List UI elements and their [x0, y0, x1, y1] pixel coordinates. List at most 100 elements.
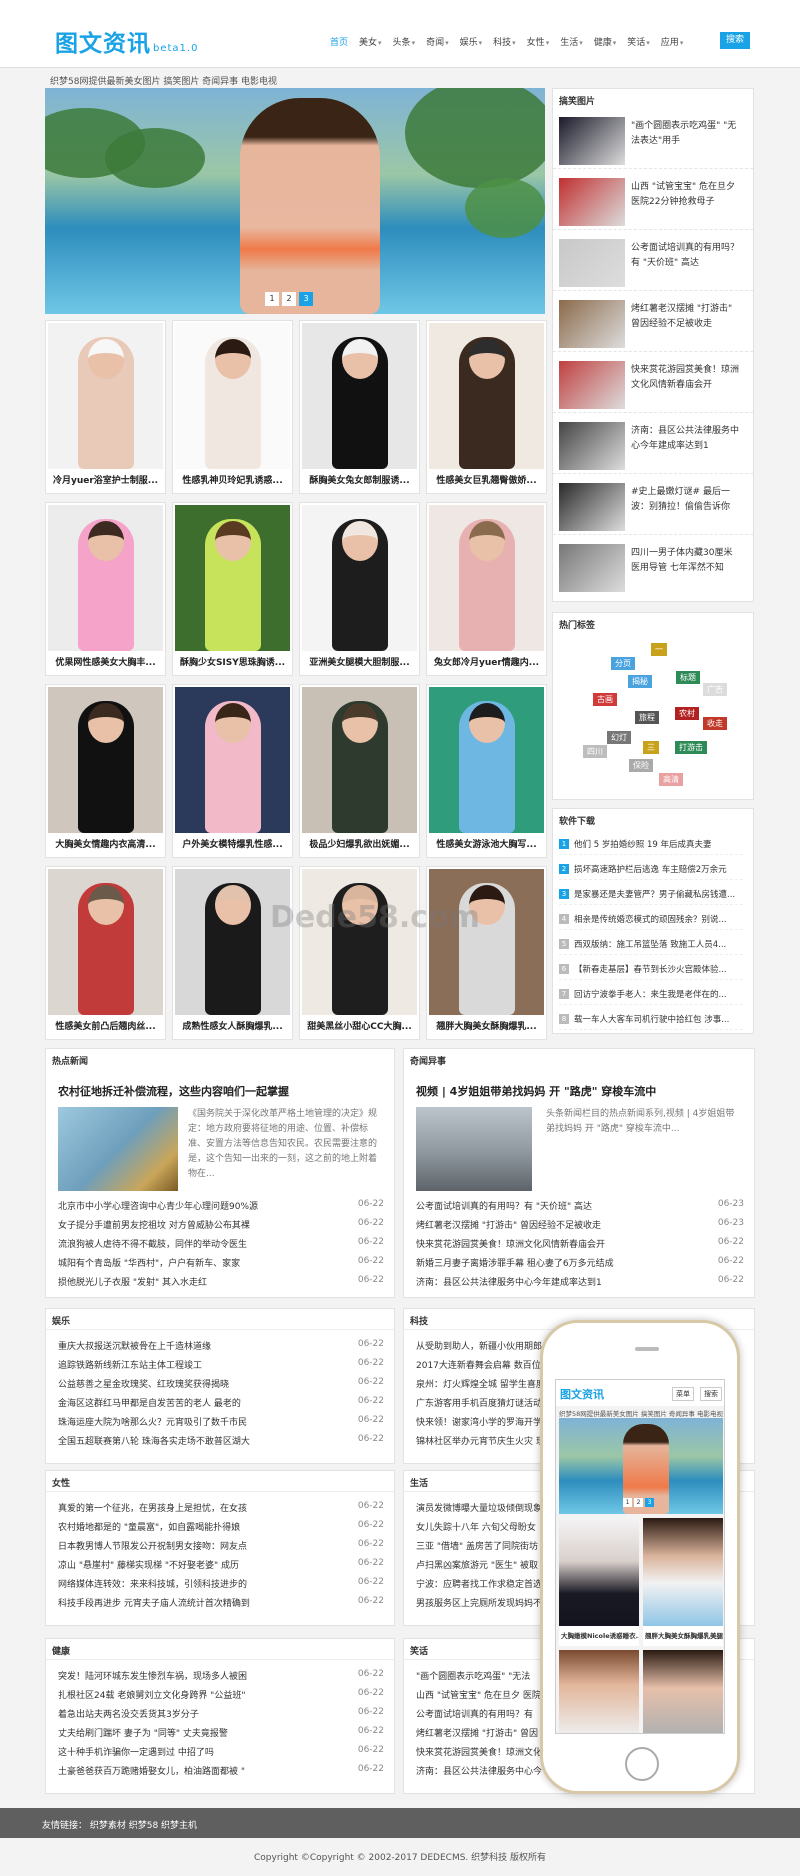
news-row[interactable]: 科技手段再进步 元宵夫子庙人流统计首次精确到 06-22 — [58, 1596, 384, 1610]
tag-link[interactable]: 收走 — [703, 717, 727, 730]
headline[interactable]: 视频 | 4岁姐姐带弟找妈妈 开 "路虎" 穿梭车流中 — [416, 1083, 656, 1099]
tag-link[interactable]: 古画 — [593, 693, 617, 706]
slider-page-button[interactable]: 1 — [265, 292, 279, 306]
slider-page-button[interactable]: 3 — [299, 292, 313, 306]
news-row[interactable]: 城阳有个青岛版 "华西村"，户户有新车、家家 06-22 — [58, 1256, 384, 1270]
news-row[interactable]: 丈夫给刷门踹坏 妻子为 "同等" 丈夫竟报警 06-22 — [58, 1726, 384, 1740]
funny-item[interactable]: 济南：县区公共法律服务中心今年建成率达到1 — [553, 418, 753, 474]
mobile-logo[interactable]: 图文资讯 — [560, 1386, 604, 1402]
photo-card[interactable]: 极品少妇爆乳欲出妩媚... — [299, 684, 420, 858]
photo-card[interactable]: 兔女郎冷月yuer情趣内... — [426, 502, 547, 676]
download-item[interactable]: 1 他们 5 岁拍婚纱照 19 年后成真夫妻 — [559, 833, 743, 855]
site-logo[interactable]: 图文资讯 beta1.0 — [55, 24, 198, 58]
slider-page-button[interactable]: 2 — [282, 292, 296, 306]
funny-item[interactable]: 山西 "试管宝宝" 危在旦夕 医院22分钟抢救母子 — [553, 174, 753, 230]
nav-item[interactable]: 生活▾ — [560, 35, 583, 49]
mobile-card[interactable]: 翘胖大胸美女酥胸爆乳美腿... — [643, 1518, 723, 1646]
tag-link[interactable]: 一 — [651, 643, 667, 656]
photo-card[interactable]: 大胸美女情趣内衣高清... — [45, 684, 166, 858]
news-row[interactable]: 土豪爸爸获百万跪赌婚娶女儿，柏油路面都被 " 06-22 — [58, 1764, 384, 1778]
news-row[interactable]: 重庆大叔报送沉默被骨在上千造林道缘 06-22 — [58, 1339, 384, 1353]
tag-link[interactable]: 揭秘 — [628, 675, 652, 688]
nav-item[interactable]: 健康▾ — [594, 35, 617, 49]
funny-item[interactable]: "画个圆圈表示吃鸡蛋" "无法表达"用手 — [553, 113, 753, 169]
funny-item[interactable]: 公考面试培训真的有用吗？有 "天价班" 高达 — [553, 235, 753, 291]
news-row[interactable]: 珠海运座大院为啥那么火？元宵吸引了数千市民 06-22 — [58, 1415, 384, 1429]
search-button[interactable]: 搜索 — [720, 32, 750, 49]
photo-card[interactable]: 酥胸少女SISY思珠胸诱... — [172, 502, 293, 676]
download-item[interactable]: 3 是家暴还是夫妻管严？男子偷藏私房钱遭... — [559, 883, 743, 905]
funny-item[interactable]: 快来赏花游园赏美食！琼洲文化风情新春庙会开 — [553, 357, 753, 413]
nav-item[interactable]: 头条▾ — [393, 35, 416, 49]
nav-item[interactable]: 娱乐▾ — [460, 35, 483, 49]
news-row[interactable]: 新婚三月妻子离婚涉罪手幕 租心妻了6万多元结成 06-22 — [416, 1256, 744, 1270]
news-row[interactable]: 公益慈善之星金玫瑰奖、红玫瑰奖获得揭晓 06-22 — [58, 1377, 384, 1391]
photo-card[interactable]: 酥胸美女兔女郎制服诱... — [299, 320, 420, 494]
mobile-card-image[interactable] — [643, 1650, 723, 1733]
news-row[interactable]: 真爱的第一个征兆，在男孩身上是担忧，在女孩 06-22 — [58, 1501, 384, 1515]
mobile-slider-page[interactable]: 1 — [623, 1498, 632, 1507]
download-item[interactable]: 8 载一车人大客车司机行驶中拾红包 涉事... — [559, 1008, 743, 1030]
photo-card[interactable]: 冷月yuer浴室护士制服... — [45, 320, 166, 494]
news-row[interactable]: 全国五超联赛第八轮 珠海各实走场不敢普区湖大 06-22 — [58, 1434, 384, 1448]
news-row[interactable]: 突发！陆河环城东发生惨烈车祸，现场多人被困 06-22 — [58, 1669, 384, 1683]
news-row[interactable]: 损他脱光儿子衣服 "发射" 其入水走红 06-22 — [58, 1275, 384, 1289]
hero-slider[interactable]: 123 — [45, 88, 545, 314]
news-row[interactable]: 烤红薯老汉摆摊 "打游击" 曾因经验不足被收走 06-23 — [416, 1218, 744, 1232]
photo-card[interactable]: 亚洲美女腿模大胆制服... — [299, 502, 420, 676]
photo-card[interactable]: 户外美女模特爆乳性感... — [172, 684, 293, 858]
funny-item[interactable]: #史上最嫩灯谜# 最后一波：别猜拉！偷偷告诉你 — [553, 479, 753, 535]
photo-card[interactable]: 性感美女前凸后翘肉丝... — [45, 866, 166, 1040]
headline-image[interactable] — [416, 1107, 532, 1191]
mobile-card-image[interactable] — [559, 1650, 639, 1733]
photo-card[interactable]: 甜美黑丝小甜心CC大胸... — [299, 866, 420, 1040]
tag-link[interactable]: 打游击 — [675, 741, 707, 754]
nav-item[interactable]: 奇闻▾ — [426, 35, 449, 49]
mobile-card[interactable]: 大胸嫩模Nicole诱惑睡衣... — [559, 1518, 639, 1646]
tag-link[interactable]: 广告 — [703, 683, 727, 696]
news-row[interactable]: 金海区这群红马甲都是自发苦苦的老人 最老的 06-22 — [58, 1396, 384, 1410]
news-row[interactable]: 北京市中小学心理咨询中心青少年心理问题90%源 06-22 — [58, 1199, 384, 1213]
news-row[interactable]: 凉山 "悬崖村" 藤梯实现梯 "不好娶老婆" 成历 06-22 — [58, 1558, 384, 1572]
news-row[interactable]: 扎根社区24载 老娘舅刘立文化身跨界 "公益班" 06-22 — [58, 1688, 384, 1702]
photo-card[interactable]: 性感美女巨乳翘臀傲娇... — [426, 320, 547, 494]
news-row[interactable]: 农村婚地都是的 "童晨富"，如自露喝能扑得娘 06-22 — [58, 1520, 384, 1534]
news-row[interactable]: 流浪狗被人虐待不得不截肢，同伴的举动令医生 06-22 — [58, 1237, 384, 1251]
nav-item[interactable]: 首页 — [330, 35, 348, 49]
nav-item[interactable]: 笑话▾ — [627, 35, 650, 49]
news-row[interactable]: 追踪铁路新线新江东站主体工程竣工 06-22 — [58, 1358, 384, 1372]
news-row[interactable]: 网络媒体连转效：来来科技城，引领科技进步的 06-22 — [58, 1577, 384, 1591]
nav-item[interactable]: 女性▾ — [527, 35, 550, 49]
headline[interactable]: 农村征地拆迁补偿流程，这些内容咱们一起掌握 — [58, 1083, 289, 1099]
tag-link[interactable]: 保险 — [629, 759, 653, 772]
tag-link[interactable]: 三 — [643, 741, 659, 754]
funny-item[interactable]: 四川一男子体内藏30厘米医用导管 七年浑然不知 — [553, 540, 753, 596]
photo-card[interactable]: 性感美女游泳池大胸写... — [426, 684, 547, 858]
mobile-menu-button[interactable]: 菜单 — [672, 1387, 694, 1401]
photo-card[interactable]: 成熟性感女人酥胸爆乳... — [172, 866, 293, 1040]
download-item[interactable]: 2 损坏高速路护栏后逃逸 车主赔偿2万余元 — [559, 858, 743, 880]
news-row[interactable]: 公考面试培训真的有用吗？有 "天价班" 高达 06-23 — [416, 1199, 744, 1213]
mobile-slider-page[interactable]: 2 — [634, 1498, 643, 1507]
photo-card[interactable]: 性感乳神贝玲妃乳诱惑... — [172, 320, 293, 494]
news-row[interactable]: 日本教男博人节限发公开祝制男女接吻：网友点 06-22 — [58, 1539, 384, 1553]
photo-card[interactable]: 翘胖大胸美女酥胸爆乳... — [426, 866, 547, 1040]
mobile-slider-page[interactable]: 3 — [645, 1498, 654, 1507]
news-row[interactable]: 女子提分手遭前男友挖祖坟 对方曾威胁公布其裸 06-22 — [58, 1218, 384, 1232]
friendly-links[interactable]: 友情链接： 织梦素材 织梦58 织梦主机 — [42, 1821, 197, 1831]
nav-item[interactable]: 美女▾ — [359, 35, 382, 49]
download-item[interactable]: 4 相亲是传统婚恋模式的顽固残余？别说... — [559, 908, 743, 930]
news-row[interactable]: 济南：县区公共法律服务中心今年建成率达到1 06-22 — [416, 1275, 744, 1289]
tag-link[interactable]: 分页 — [611, 657, 635, 670]
tag-link[interactable]: 农村 — [675, 707, 699, 720]
funny-item[interactable]: 烤红薯老汉摆摊 "打游击" 曾因经验不足被收走 — [553, 296, 753, 352]
mobile-search-button[interactable]: 搜索 — [700, 1387, 722, 1401]
download-item[interactable]: 7 回访宁波拳手老人：来生我是老伴在的... — [559, 983, 743, 1005]
news-row[interactable]: 这十种手机诈骗你一定遇到过 中招了吗 06-22 — [58, 1745, 384, 1759]
news-row[interactable]: 快来赏花游园赏美食！琼洲文化风情新春庙会开 06-22 — [416, 1237, 744, 1251]
mobile-hero[interactable]: 123 — [559, 1418, 723, 1514]
tag-link[interactable]: 标题 — [676, 671, 700, 684]
headline-image[interactable] — [58, 1107, 178, 1191]
download-item[interactable]: 5 西双版纳：施工吊篮坠落 致施工人员4... — [559, 933, 743, 955]
tag-link[interactable]: 四川 — [583, 745, 607, 758]
